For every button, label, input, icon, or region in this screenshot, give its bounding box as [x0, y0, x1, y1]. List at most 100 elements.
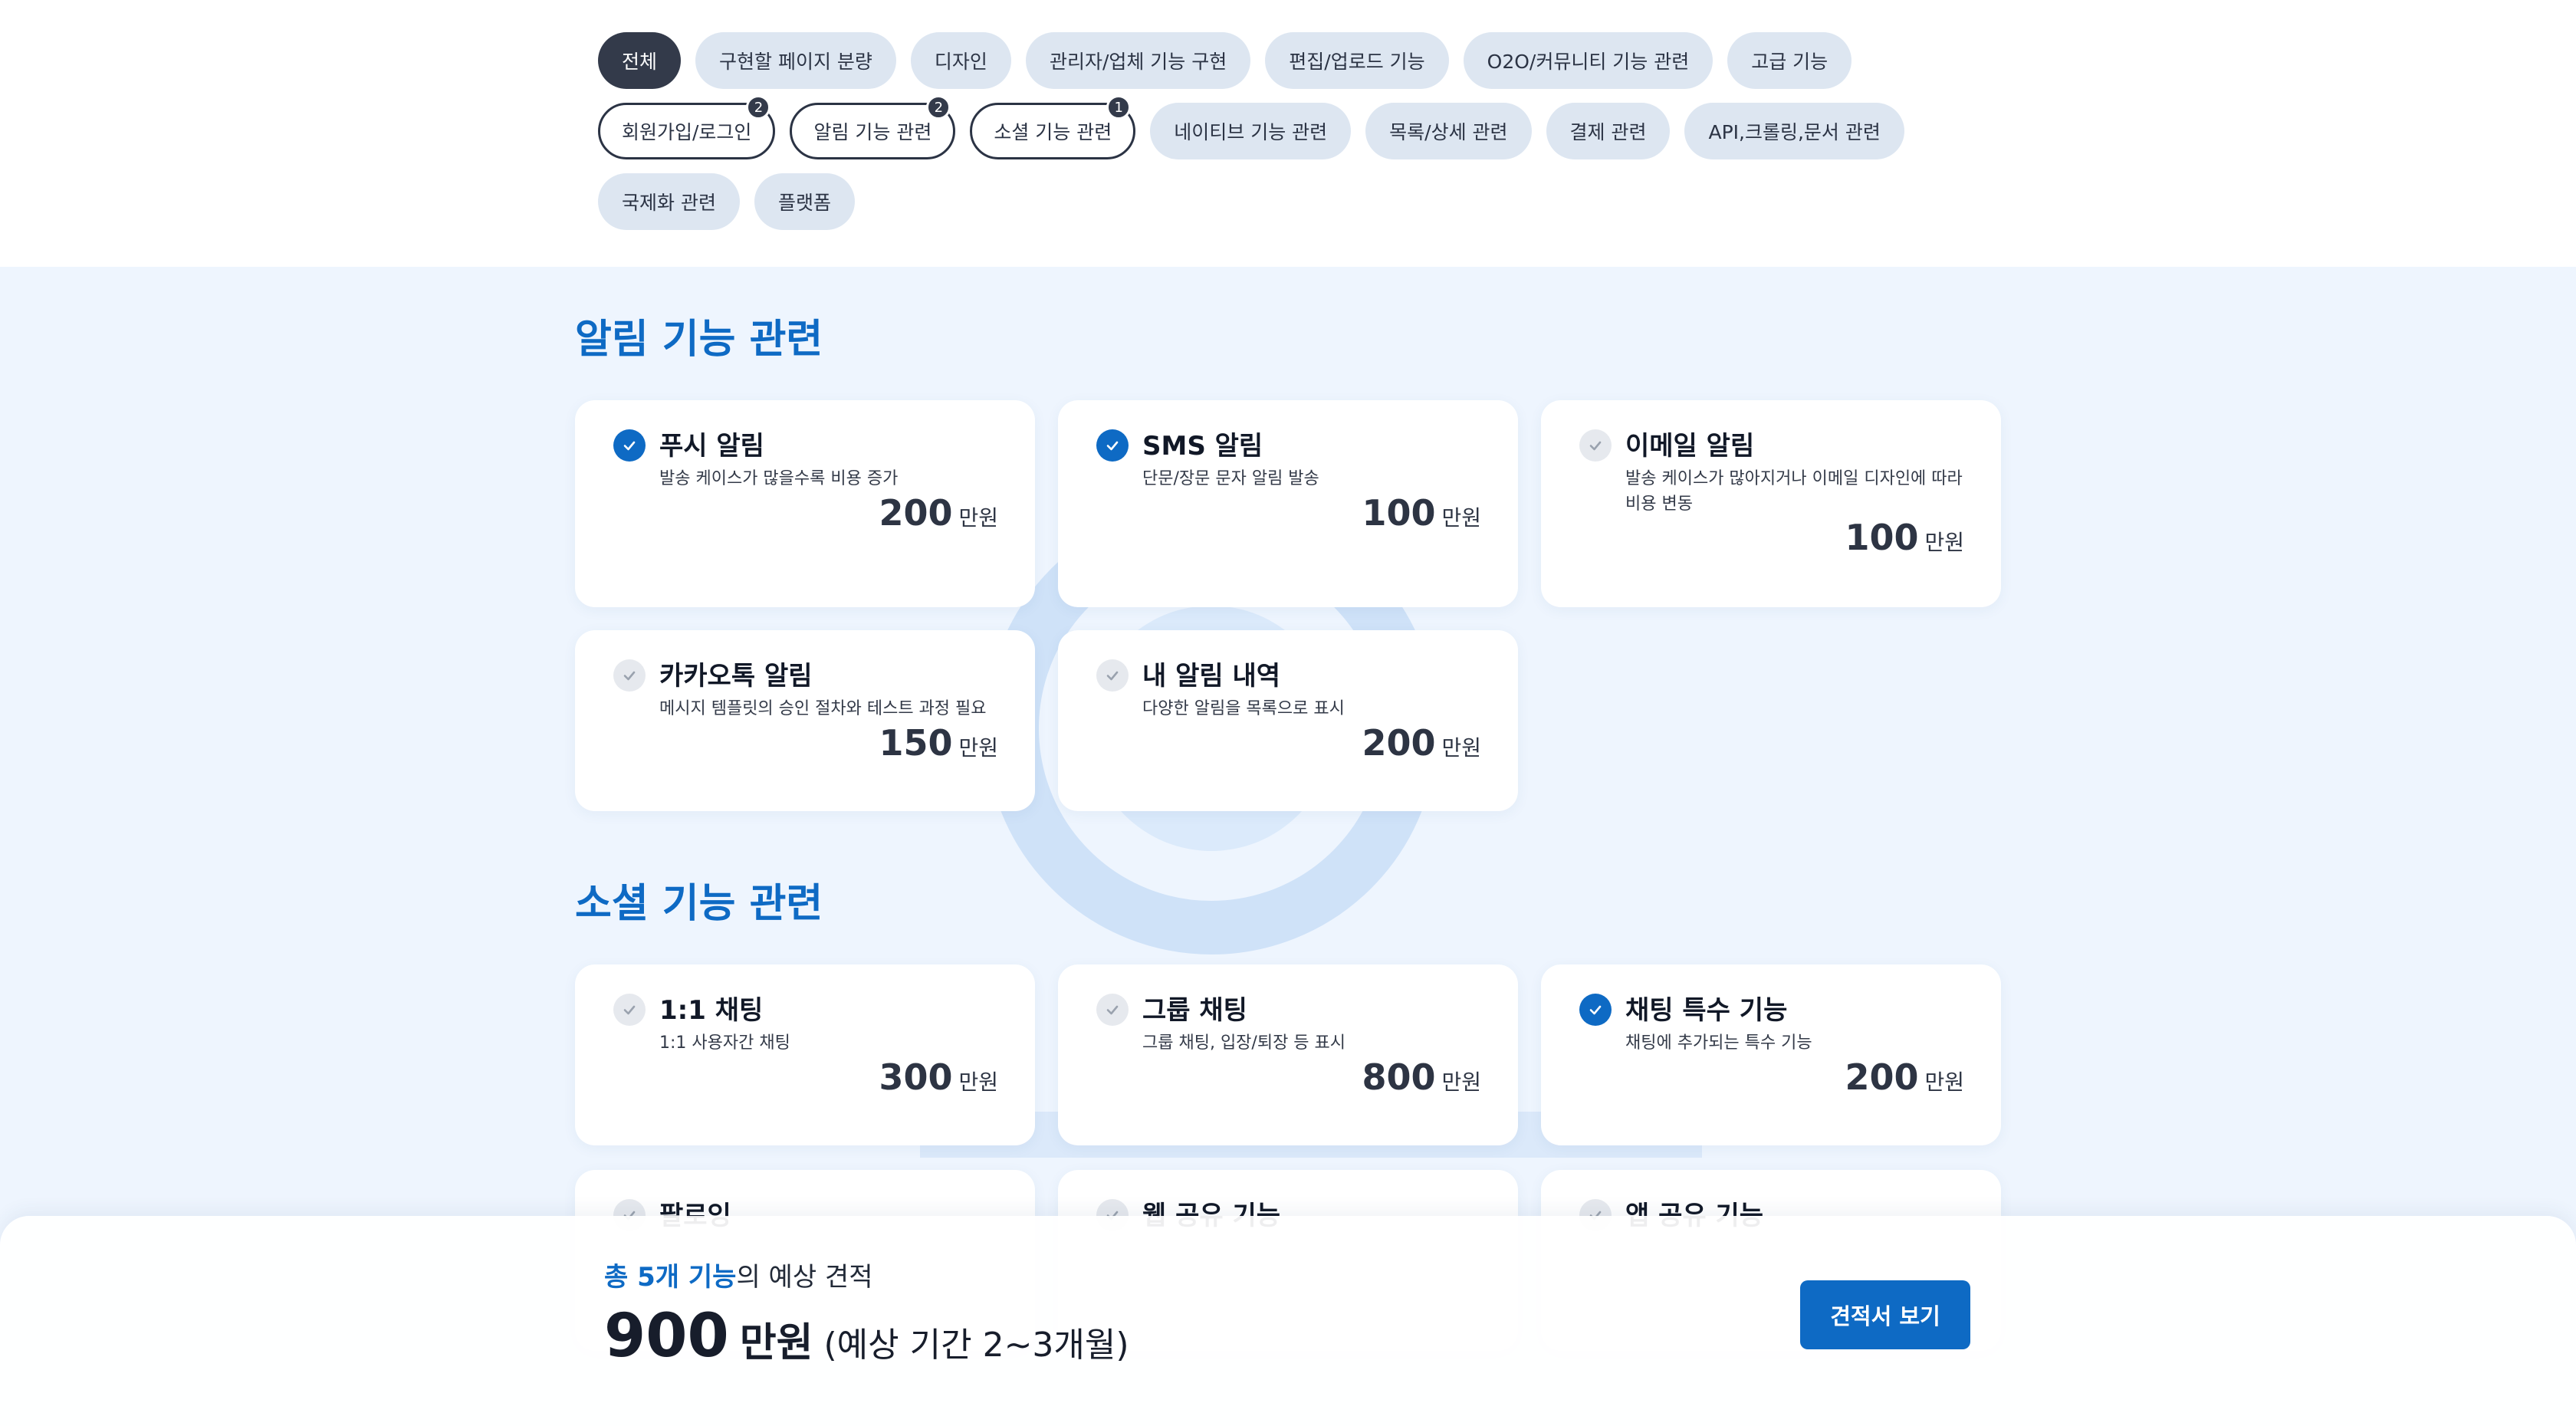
check-icon[interactable]	[613, 994, 646, 1026]
feature-price: 100 만원	[1362, 492, 1481, 534]
chip-count-badge: 2	[746, 95, 771, 120]
chip-label: 알림 기능 관련	[813, 121, 932, 143]
feature-card[interactable]: SMS 알림 단문/장문 문자 알림 발송 100 만원	[1058, 400, 1518, 607]
price-value: 100	[1362, 492, 1436, 534]
price-unit: 만원	[1924, 530, 1964, 555]
filter-panel: 전체 구현할 페이지 분량 디자인 관리자/업체 기능 구현 편집/업로드 기능…	[0, 0, 2576, 267]
estimate-bar: 총 5개 기능의 예상 견적 900 만원 (예상 기간 2~3개월) 견적서 …	[0, 1216, 2576, 1426]
chip-label: 고급 기능	[1751, 51, 1829, 73]
filter-chip-list-detail[interactable]: 목록/상세 관련	[1365, 103, 1532, 159]
price-unit: 만원	[1441, 1070, 1481, 1095]
price-value: 800	[1362, 1056, 1436, 1098]
check-icon[interactable]	[613, 659, 646, 692]
chip-label: 편집/업로드 기능	[1289, 51, 1425, 73]
chip-label: 회원가입/로그인	[622, 121, 752, 143]
price-unit: 만원	[958, 735, 998, 761]
chip-label: API,크롤링,문서 관련	[1708, 121, 1881, 143]
feature-name: 내 알림 내역	[1142, 661, 1281, 692]
feature-card[interactable]: 이메일 알림 발송 케이스가 많아지거나 이메일 디자인에 따라 비용 변동 1…	[1541, 400, 2001, 607]
feature-card[interactable]: 카카오톡 알림 메시지 템플릿의 승인 절차와 테스트 과정 필요 150 만원	[575, 630, 1035, 811]
summary-prefix: 총	[604, 1262, 638, 1293]
filter-chip-o2o-community[interactable]: O2O/커뮤니티 기능 관련	[1463, 32, 1714, 89]
filter-chip-platform[interactable]: 플랫폼	[754, 173, 855, 230]
feature-price: 800 만원	[1362, 1056, 1481, 1098]
feature-description: 발송 케이스가 많을수록 비용 증가	[659, 469, 899, 488]
filter-chip-edit-upload[interactable]: 편집/업로드 기능	[1265, 32, 1449, 89]
estimate-total: 900 만원 (예상 기간 2~3개월)	[604, 1302, 1129, 1371]
feature-price: 200 만원	[1362, 722, 1481, 764]
feature-card[interactable]: 채팅 특수 기능 채팅에 추가되는 특수 기능 200 만원	[1541, 964, 2001, 1145]
section-title-social: 소셜 기능 관련	[575, 881, 823, 927]
feature-name: 채팅 특수 기능	[1625, 995, 1788, 1026]
price-unit: 만원	[958, 1070, 998, 1095]
price-unit: 만원	[1441, 505, 1481, 531]
chip-count-badge: 1	[1106, 95, 1132, 120]
total-unit: 만원	[739, 1320, 813, 1366]
feature-price: 200 만원	[879, 492, 998, 534]
filter-chip-social[interactable]: 소셜 기능 관련 1	[970, 95, 1136, 159]
price-value: 200	[879, 492, 953, 534]
chip-label: 구현할 페이지 분량	[719, 51, 872, 73]
filter-chip-admin[interactable]: 관리자/업체 기능 구현	[1025, 32, 1251, 89]
feature-description: 단문/장문 문자 알림 발송	[1142, 469, 1319, 488]
filter-chip-all[interactable]: 전체	[598, 32, 682, 89]
feature-description: 채팅에 추가되는 특수 기능	[1625, 1033, 1812, 1053]
price-value: 200	[1845, 1056, 1919, 1098]
filter-chip-i18n[interactable]: 국제화 관련	[598, 173, 740, 230]
feature-description: 다양한 알림을 목록으로 표시	[1142, 699, 1345, 718]
chip-label: 전체	[622, 51, 658, 73]
price-value: 100	[1845, 517, 1919, 558]
price-value: 150	[879, 722, 953, 764]
feature-price: 150 만원	[879, 722, 998, 764]
price-value: 300	[879, 1056, 953, 1098]
feature-price: 100 만원	[1845, 517, 1964, 558]
filter-chip-advanced[interactable]: 고급 기능	[1727, 32, 1852, 89]
feature-name: 이메일 알림	[1625, 431, 1755, 462]
view-quote-button[interactable]: 견적서 보기	[1800, 1280, 1970, 1349]
price-unit: 만원	[1441, 735, 1481, 761]
filter-chip-notification[interactable]: 알림 기능 관련 2	[790, 95, 956, 159]
total-amount: 900	[604, 1302, 729, 1371]
chip-label: 관리자/업체 기능 구현	[1049, 51, 1227, 73]
check-icon[interactable]	[1096, 429, 1129, 462]
feature-name: 카카오톡 알림	[659, 661, 813, 692]
feature-name: SMS 알림	[1142, 431, 1263, 462]
feature-name: 그룹 채팅	[1142, 995, 1247, 1026]
filter-chip-list: 전체 구현할 페이지 분량 디자인 관리자/업체 기능 구현 편집/업로드 기능…	[598, 32, 2024, 230]
estimate-summary: 총 5개 기능의 예상 견적	[604, 1256, 872, 1293]
filter-chip-page-volume[interactable]: 구현할 페이지 분량	[695, 32, 896, 89]
feature-description: 발송 케이스가 많아지거나 이메일 디자인에 따라 비용 변동	[1625, 469, 1963, 514]
feature-price: 300 만원	[879, 1056, 998, 1098]
filter-chip-native[interactable]: 네이티브 기능 관련	[1150, 103, 1352, 159]
check-icon[interactable]	[1096, 659, 1129, 692]
chip-label: 네이티브 기능 관련	[1174, 121, 1328, 143]
chip-label: 소셜 기능 관련	[994, 121, 1112, 143]
feature-card[interactable]: 내 알림 내역 다양한 알림을 목록으로 표시 200 만원	[1058, 630, 1518, 811]
chip-label: 플랫폼	[777, 192, 831, 214]
selected-feature-count: 5개 기능	[637, 1262, 737, 1293]
feature-description: 그룹 채팅, 입장/퇴장 등 표시	[1142, 1033, 1346, 1053]
feature-name: 1:1 채팅	[659, 995, 764, 1026]
chip-label: O2O/커뮤니티 기능 관련	[1487, 51, 1690, 73]
feature-card[interactable]: 1:1 채팅 1:1 사용자간 채팅 300 만원	[575, 964, 1035, 1145]
filter-chip-payment[interactable]: 결제 관련	[1546, 103, 1671, 159]
check-icon[interactable]	[1579, 429, 1612, 462]
filter-chip-design[interactable]: 디자인	[910, 32, 1011, 89]
price-unit: 만원	[1924, 1070, 1964, 1095]
filter-chip-signup-login[interactable]: 회원가입/로그인 2	[598, 95, 776, 159]
feature-name: 푸시 알림	[659, 431, 764, 462]
chip-label: 목록/상세 관련	[1389, 121, 1508, 143]
price-value: 200	[1362, 722, 1436, 764]
check-icon[interactable]	[1096, 994, 1129, 1026]
filter-chip-api-crawling-docs[interactable]: API,크롤링,문서 관련	[1684, 103, 1904, 159]
feature-card[interactable]: 푸시 알림 발송 케이스가 많을수록 비용 증가 200 만원	[575, 400, 1035, 607]
feature-price: 200 만원	[1845, 1056, 1964, 1098]
check-icon[interactable]	[613, 429, 646, 462]
price-unit: 만원	[958, 505, 998, 531]
check-icon[interactable]	[1579, 994, 1612, 1026]
chip-label: 디자인	[934, 51, 987, 73]
feature-description: 1:1 사용자간 채팅	[659, 1033, 790, 1053]
chip-label: 국제화 관련	[622, 192, 716, 214]
summary-suffix: 의 예상 견적	[736, 1262, 873, 1293]
feature-card[interactable]: 그룹 채팅 그룹 채팅, 입장/퇴장 등 표시 800 만원	[1058, 964, 1518, 1145]
